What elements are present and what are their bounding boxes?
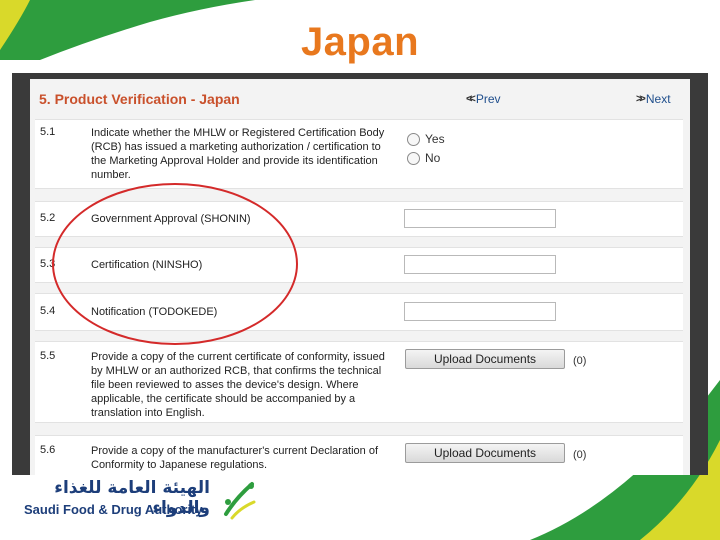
shonin-input[interactable]: [404, 209, 556, 228]
radio-yes[interactable]: Yes: [407, 132, 445, 146]
prev-label: Prev: [475, 92, 501, 106]
radio-button-icon: [407, 151, 420, 165]
question-row-5-6: 5.6 Provide a copy of the manufacturer's…: [35, 435, 683, 475]
question-number: 5.2: [40, 212, 56, 224]
document-count: (0): [573, 449, 587, 461]
upload-documents-button[interactable]: Upload Documents: [405, 443, 565, 463]
question-row-5-3: 5.3 Certification (NINSHO): [35, 247, 683, 283]
ninsho-input[interactable]: [404, 255, 556, 274]
question-row-5-2: 5.2 Government Approval (SHONIN): [35, 201, 683, 237]
slide-title: Japan: [300, 20, 420, 64]
prev-link[interactable]: << Prev: [466, 92, 501, 106]
question-text: Notification (TODOKEDE): [91, 306, 218, 318]
question-text: Indicate whether the MHLW or Registered …: [91, 127, 385, 181]
question-row-5-5: 5.5 Provide a copy of the current certif…: [35, 341, 683, 423]
question-number: 5.3: [40, 258, 56, 270]
logo-english-text: Saudi Food & Drug Authority: [24, 502, 203, 517]
radio-no-label: No: [425, 151, 441, 165]
question-text: Certification (NINSHO): [91, 259, 203, 271]
question-number: 5.6: [40, 444, 56, 456]
next-link[interactable]: >> Next: [636, 92, 671, 106]
question-number: 5.4: [40, 305, 56, 317]
radio-no[interactable]: No: [407, 151, 440, 165]
question-number: 5.5: [40, 350, 56, 362]
section-title: 5. Product Verification - Japan: [39, 91, 240, 107]
document-count: (0): [573, 355, 587, 367]
question-row-5-1: 5.1 Indicate whether the MHLW or Registe…: [35, 119, 683, 189]
question-text: Provide a copy of the manufacturer's cur…: [91, 445, 379, 471]
double-chevron-left-icon: <<: [466, 93, 476, 105]
question-row-5-4: 5.4 Notification (TODOKEDE): [35, 293, 683, 331]
sfda-logo: الهيئة العامة للغذاء والدواء Saudi Food …: [20, 478, 260, 524]
radio-yes-label: Yes: [425, 132, 445, 146]
radio-button-icon: [407, 132, 420, 146]
question-text: Government Approval (SHONIN): [91, 213, 251, 225]
question-text: Provide a copy of the current certificat…: [91, 351, 385, 419]
next-label: Next: [645, 92, 671, 106]
product-verification-panel: 5. Product Verification - Japan << Prev …: [30, 79, 690, 475]
sfda-emblem-icon: [224, 482, 256, 520]
upload-documents-button[interactable]: Upload Documents: [405, 349, 565, 369]
question-number: 5.1: [40, 126, 56, 138]
double-chevron-right-icon: >>: [636, 93, 646, 105]
todokede-input[interactable]: [404, 302, 556, 321]
